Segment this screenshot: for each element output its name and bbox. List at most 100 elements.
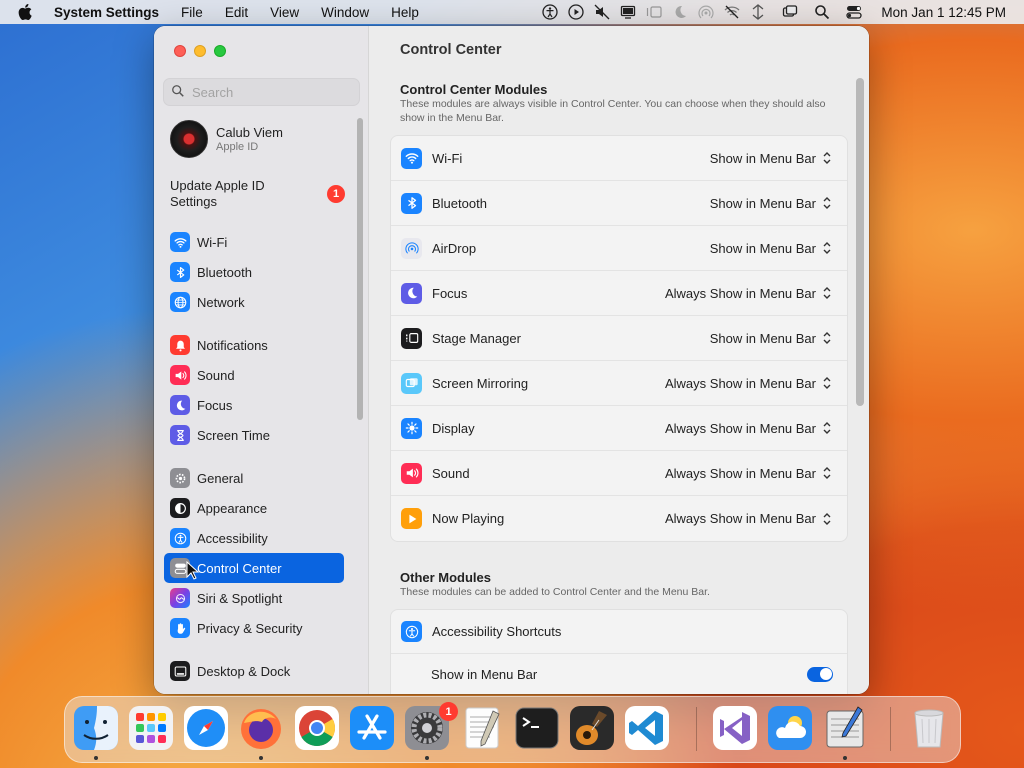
sidebar-item-label: Privacy & Security bbox=[197, 620, 303, 636]
apple-menu-icon[interactable] bbox=[18, 4, 38, 20]
window-menu[interactable]: Window bbox=[321, 5, 369, 20]
moon-icon bbox=[170, 395, 190, 415]
sidebar-item-wifi[interactable]: Wi-Fi bbox=[164, 227, 344, 257]
sidebar-item-network[interactable]: Network bbox=[164, 287, 344, 317]
show-in-menu-bar-row: Show in Menu Bar bbox=[391, 654, 847, 694]
sidebar-item-appearance[interactable]: Appearance bbox=[164, 493, 344, 523]
finder-running-indicator bbox=[94, 756, 98, 760]
dock-trash[interactable] bbox=[906, 705, 952, 751]
bluetooth-icon bbox=[401, 192, 422, 214]
module-row-bluetooth: Bluetooth Show in Menu Bar bbox=[391, 181, 847, 226]
chevron-up-down-icon bbox=[823, 512, 831, 525]
sidebar-item-siri-spotlight[interactable]: Siri & Spotlight bbox=[164, 583, 344, 613]
modules-section-title: Control Center Modules bbox=[400, 82, 548, 97]
vscode-icon bbox=[625, 706, 669, 750]
dock-script-editor[interactable] bbox=[822, 705, 868, 751]
dock-garageband[interactable] bbox=[569, 705, 615, 751]
sidebar-item-label: Screen Time bbox=[197, 427, 270, 443]
system-settings-running-indicator bbox=[425, 756, 429, 760]
display-status-icon[interactable] bbox=[615, 0, 641, 24]
dock-visual-studio[interactable] bbox=[712, 705, 758, 751]
menu-bar-clock[interactable]: Mon Jan 1 12:45 PM bbox=[881, 5, 1006, 20]
menu-bar-visibility-popup[interactable]: Show in Menu Bar bbox=[710, 150, 833, 166]
dock-chrome[interactable] bbox=[294, 705, 340, 751]
sound-muted-status-icon[interactable] bbox=[589, 0, 615, 24]
airdrop-status-icon[interactable] bbox=[693, 0, 719, 24]
menu-bar-visibility-popup[interactable]: Always Show in Menu Bar bbox=[665, 420, 833, 436]
stage-manager-status-icon[interactable] bbox=[641, 0, 667, 24]
popup-value: Show in Menu Bar bbox=[709, 330, 816, 346]
sidebar-item-desktop-dock[interactable]: Desktop & Dock bbox=[164, 656, 344, 686]
search-field[interactable] bbox=[163, 78, 360, 106]
sidebar-item-privacy-security[interactable]: Privacy & Security bbox=[164, 613, 344, 643]
control-center-status-icon[interactable] bbox=[841, 0, 867, 24]
sidebar-item-label: Siri & Spotlight bbox=[197, 590, 283, 606]
dock-launchpad[interactable] bbox=[128, 705, 174, 751]
sidebar-item-focus[interactable]: Focus bbox=[164, 390, 344, 420]
sidebar-scrollbar[interactable] bbox=[357, 118, 363, 420]
menu-bar-visibility-popup[interactable]: Always Show in Menu Bar bbox=[665, 285, 833, 301]
dock-textedit[interactable] bbox=[459, 705, 505, 751]
module-row-now-playing: Now Playing Always Show in Menu Bar bbox=[391, 496, 847, 541]
garageband-icon bbox=[570, 706, 614, 750]
other-section-title: Other Modules bbox=[400, 570, 492, 585]
main-scrollbar[interactable] bbox=[856, 78, 864, 406]
textedit-icon bbox=[465, 707, 500, 749]
sidebar-item-accessibility[interactable]: Accessibility bbox=[164, 523, 344, 553]
menu-bar-visibility-popup[interactable]: Show in Menu Bar bbox=[710, 240, 833, 256]
sidebar-item-screen-time[interactable]: Screen Time bbox=[164, 420, 344, 450]
screen-mirroring-status-icon[interactable] bbox=[777, 0, 803, 24]
module-row-sound: Sound Always Show in Menu Bar bbox=[391, 451, 847, 496]
dock-terminal[interactable] bbox=[514, 705, 560, 751]
file-menu[interactable]: File bbox=[181, 5, 203, 20]
network-status-icon[interactable] bbox=[745, 0, 771, 24]
search-input[interactable] bbox=[192, 84, 342, 100]
edit-menu[interactable]: Edit bbox=[225, 5, 248, 20]
dock-firefox[interactable] bbox=[238, 705, 284, 751]
module-row-display: Display Always Show in Menu Bar bbox=[391, 406, 847, 451]
dock-weather[interactable] bbox=[767, 705, 813, 751]
accessibility-status-icon[interactable] bbox=[537, 0, 563, 24]
dock-safari[interactable] bbox=[183, 705, 229, 751]
script-editor-running-indicator bbox=[843, 756, 847, 760]
menu-bar-visibility-popup[interactable]: Always Show in Menu Bar bbox=[665, 465, 833, 481]
sun-icon bbox=[401, 417, 422, 439]
now-playing-status-icon[interactable] bbox=[563, 0, 589, 24]
sidebar-group-general: General Appearance Accessibility Control… bbox=[164, 463, 344, 643]
menu-bar-visibility-popup[interactable]: Show in Menu Bar bbox=[710, 330, 833, 346]
accessibility-icon bbox=[401, 621, 422, 642]
menu-bar-visibility-popup[interactable]: Always Show in Menu Bar bbox=[665, 511, 833, 527]
sidebar-item-general[interactable]: General bbox=[164, 463, 344, 493]
close-button[interactable] bbox=[174, 45, 186, 57]
sidebar-item-label: Sound bbox=[197, 367, 235, 383]
terminal-icon bbox=[515, 707, 559, 749]
app-store-icon bbox=[350, 706, 394, 750]
gear-icon bbox=[170, 468, 190, 488]
minimize-button[interactable] bbox=[194, 45, 206, 57]
zoom-button[interactable] bbox=[214, 45, 226, 57]
dock-finder[interactable] bbox=[73, 705, 119, 751]
speaker-icon bbox=[401, 462, 422, 484]
dock-vscode[interactable] bbox=[624, 705, 670, 751]
app-menu[interactable]: System Settings bbox=[54, 5, 159, 20]
apple-id-account[interactable]: Calub Viem Apple ID bbox=[170, 120, 283, 158]
update-apple-id-settings[interactable]: Update Apple ID Settings 1 bbox=[170, 178, 345, 210]
view-menu[interactable]: View bbox=[270, 5, 299, 20]
sidebar-item-label: Focus bbox=[197, 397, 233, 413]
help-menu[interactable]: Help bbox=[391, 5, 419, 20]
sidebar-item-notifications[interactable]: Notifications bbox=[164, 330, 344, 360]
show-in-menu-bar-toggle[interactable] bbox=[807, 666, 833, 682]
sidebar-item-sound[interactable]: Sound bbox=[164, 360, 344, 390]
popup-value: Always Show in Menu Bar bbox=[664, 511, 816, 526]
menu-bar-visibility-popup[interactable]: Show in Menu Bar bbox=[710, 195, 833, 211]
focus-moon-status-icon[interactable] bbox=[667, 0, 693, 24]
sidebar-item-bluetooth[interactable]: Bluetooth bbox=[164, 257, 344, 287]
search-icon bbox=[171, 84, 192, 101]
wifi-off-status-icon[interactable] bbox=[719, 0, 745, 24]
spotlight-search-icon[interactable] bbox=[809, 0, 835, 24]
dock: 1 bbox=[64, 696, 961, 763]
menu-bar-visibility-popup[interactable]: Always Show in Menu Bar bbox=[665, 375, 833, 391]
screen-mirroring-icon bbox=[401, 372, 422, 394]
accessibility-icon bbox=[170, 528, 190, 548]
dock-app-store[interactable] bbox=[349, 705, 395, 751]
